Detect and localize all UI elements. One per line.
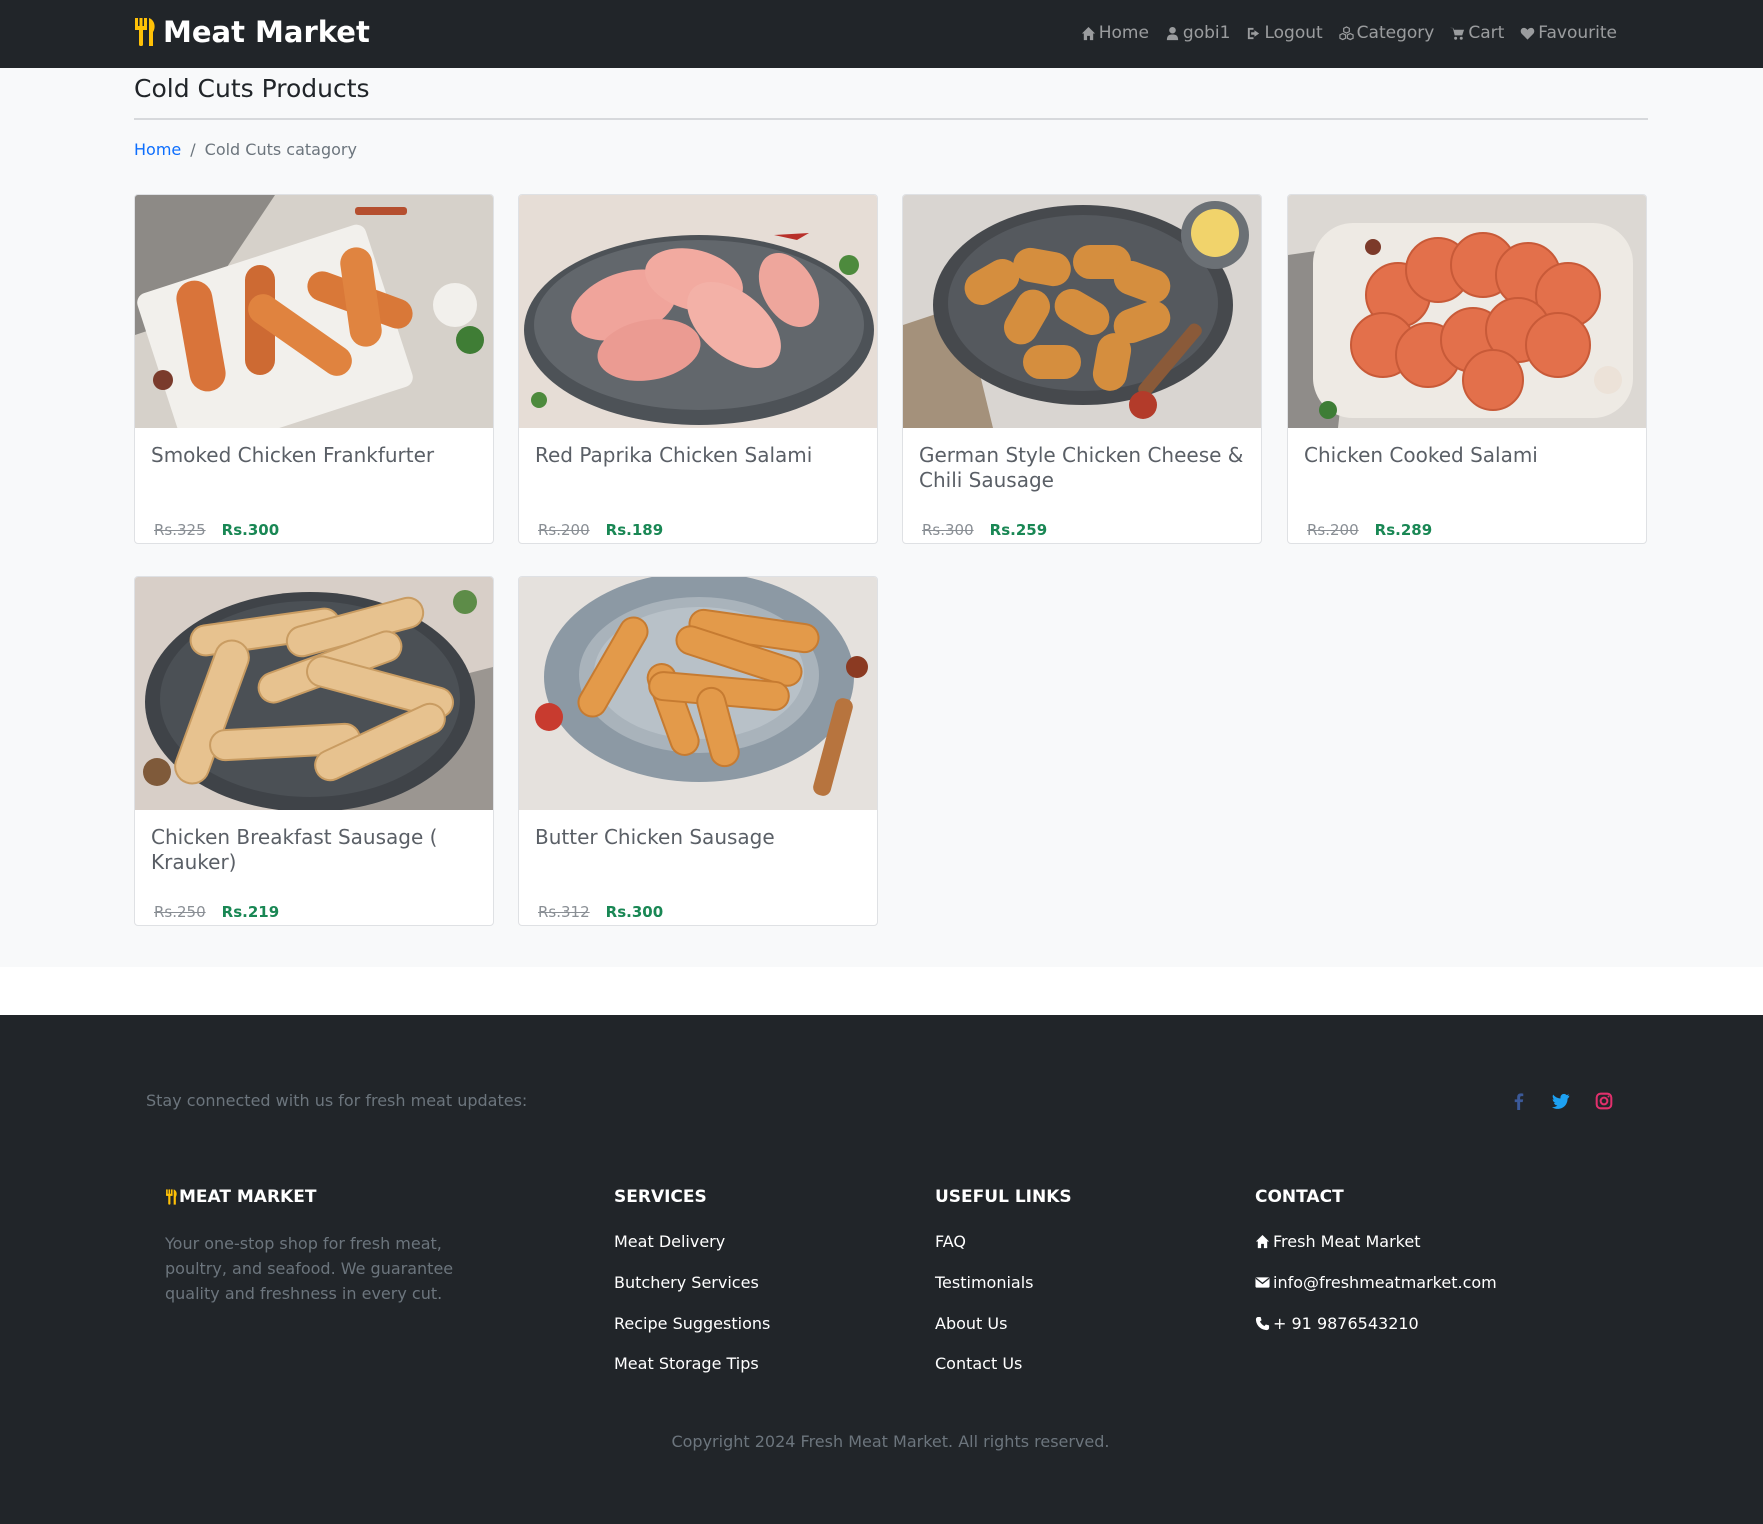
footer-link-recipe-suggestions[interactable]: Recipe Suggestions (614, 1314, 770, 1333)
price-row: Rs.325 Rs.300 (154, 521, 279, 539)
original-price: Rs.300 (922, 521, 974, 539)
product-name[interactable]: Chicken Breakfast Sausage ( Krauker) (151, 825, 476, 875)
sale-price: Rs.300 (605, 903, 664, 921)
footer-services-heading: SERVICES (614, 1187, 707, 1207)
product-card[interactable]: Smoked Chicken Frankfurter Rs.325 Rs.300 (134, 194, 494, 544)
sale-price: Rs.259 (989, 521, 1048, 539)
facebook-icon[interactable] (1510, 1092, 1528, 1110)
nav-links: Home gobi1 Logout Category Cart Favourit… (1065, 23, 1617, 43)
original-price: Rs.250 (154, 903, 206, 921)
footer-about-heading: MEAT MARKET (165, 1187, 316, 1207)
instagram-icon[interactable] (1595, 1092, 1613, 1110)
contact-email[interactable]: info@freshmeatmarket.com (1255, 1273, 1497, 1292)
product-image[interactable] (519, 195, 877, 428)
nav-logout-label: Logout (1264, 23, 1323, 43)
home-icon (1255, 1234, 1270, 1249)
contact-name-text: Fresh Meat Market (1273, 1232, 1421, 1251)
contact-phone-text: + 91 9876543210 (1273, 1314, 1419, 1333)
product-card[interactable]: Red Paprika Chicken Salami Rs.200 Rs.189 (518, 194, 878, 544)
footer-link-butchery-services[interactable]: Butchery Services (614, 1273, 759, 1292)
contact-name: Fresh Meat Market (1255, 1232, 1420, 1251)
breadcrumb: Home / Cold Cuts catagory (134, 140, 357, 159)
nav-logout[interactable]: Logout (1246, 23, 1323, 43)
nav-favourite[interactable]: Favourite (1520, 23, 1617, 43)
contact-phone[interactable]: + 91 9876543210 (1255, 1314, 1419, 1333)
footer-link-meat-delivery[interactable]: Meat Delivery (614, 1232, 725, 1251)
product-name[interactable]: Red Paprika Chicken Salami (535, 443, 860, 468)
footer-useful-links-heading: USEFUL LINKS (935, 1187, 1072, 1207)
title-divider (134, 118, 1648, 120)
footer-about-text: Your one-stop shop for fresh meat, poult… (165, 1234, 454, 1303)
price-row: Rs.200 Rs.289 (1307, 521, 1432, 539)
utensils-icon (166, 1189, 177, 1205)
price-row: Rs.250 Rs.219 (154, 903, 279, 921)
original-price: Rs.325 (154, 521, 206, 539)
sign-out-icon (1248, 27, 1260, 39)
stay-connected-text: Stay connected with us for fresh meat up… (146, 1091, 528, 1110)
utensils-icon (135, 18, 155, 46)
brand-logo[interactable]: Meat Market (133, 15, 370, 49)
footer-contact-heading: CONTACT (1255, 1187, 1344, 1207)
original-price: Rs.312 (538, 903, 590, 921)
nav-home[interactable]: Home (1081, 23, 1149, 43)
product-card[interactable]: Chicken Breakfast Sausage ( Krauker) Rs.… (134, 576, 494, 926)
contact-email-text: info@freshmeatmarket.com (1273, 1273, 1497, 1292)
product-name[interactable]: German Style Chicken Cheese & Chili Saus… (919, 443, 1244, 493)
copyright-text: Copyright 2024 Fresh Meat Market. All ri… (671, 1432, 1110, 1451)
product-image[interactable] (135, 195, 493, 428)
heart-icon (1521, 27, 1535, 40)
breadcrumb-home-link[interactable]: Home (134, 140, 181, 159)
product-image[interactable] (135, 577, 493, 810)
product-name[interactable]: Butter Chicken Sausage (535, 825, 860, 850)
breadcrumb-current: Cold Cuts catagory (204, 140, 357, 159)
product-card[interactable]: German Style Chicken Cheese & Chili Saus… (902, 194, 1262, 544)
sale-price: Rs.219 (221, 903, 280, 921)
cubes-icon (1339, 25, 1354, 40)
nav-user-label: gobi1 (1182, 23, 1231, 43)
footer-link-testimonials[interactable]: Testimonials (935, 1273, 1034, 1292)
product-image[interactable] (519, 577, 877, 810)
site-footer: Stay connected with us for fresh meat up… (0, 1015, 1763, 1524)
page-title: Cold Cuts Products (134, 74, 370, 103)
envelope-icon (1255, 1277, 1270, 1288)
nav-user[interactable]: gobi1 (1165, 23, 1231, 43)
product-name[interactable]: Chicken Cooked Salami (1304, 443, 1629, 468)
product-image[interactable] (903, 195, 1261, 428)
original-price: Rs.200 (538, 521, 590, 539)
footer-link-contact-us[interactable]: Contact Us (935, 1354, 1022, 1373)
price-row: Rs.312 Rs.300 (538, 903, 663, 921)
footer-link-faq[interactable]: FAQ (935, 1232, 966, 1251)
product-card[interactable]: Chicken Cooked Salami Rs.200 Rs.289 (1287, 194, 1647, 544)
top-navbar: Meat Market Home gobi1 Logout Category C… (0, 0, 1763, 68)
nav-home-label: Home (1098, 23, 1149, 43)
sale-price: Rs.300 (221, 521, 280, 539)
main-content: Cold Cuts Products Home / Cold Cuts cata… (0, 68, 1763, 967)
footer-link-about-us[interactable]: About Us (935, 1314, 1007, 1333)
product-name[interactable]: Smoked Chicken Frankfurter (151, 443, 476, 468)
cart-icon (1450, 27, 1465, 40)
nav-cart-label: Cart (1468, 23, 1505, 43)
sale-price: Rs.189 (605, 521, 664, 539)
nav-favourite-label: Favourite (1538, 23, 1617, 43)
brand-name: Meat Market (163, 15, 370, 49)
price-row: Rs.300 Rs.259 (922, 521, 1047, 539)
home-icon (1081, 26, 1095, 40)
phone-icon (1255, 1316, 1270, 1331)
nav-category[interactable]: Category (1339, 23, 1435, 43)
footer-brand: MEAT MARKET (179, 1187, 317, 1207)
user-icon (1166, 26, 1179, 40)
original-price: Rs.200 (1307, 521, 1359, 539)
product-image[interactable] (1288, 195, 1646, 428)
footer-link-meat-storage-tips[interactable]: Meat Storage Tips (614, 1354, 759, 1373)
breadcrumb-separator: / (190, 140, 196, 159)
sale-price: Rs.289 (1374, 521, 1433, 539)
twitter-icon[interactable] (1552, 1092, 1570, 1110)
product-card[interactable]: Butter Chicken Sausage Rs.312 Rs.300 (518, 576, 878, 926)
nav-cart[interactable]: Cart (1450, 23, 1504, 43)
price-row: Rs.200 Rs.189 (538, 521, 663, 539)
nav-category-label: Category (1356, 23, 1435, 43)
